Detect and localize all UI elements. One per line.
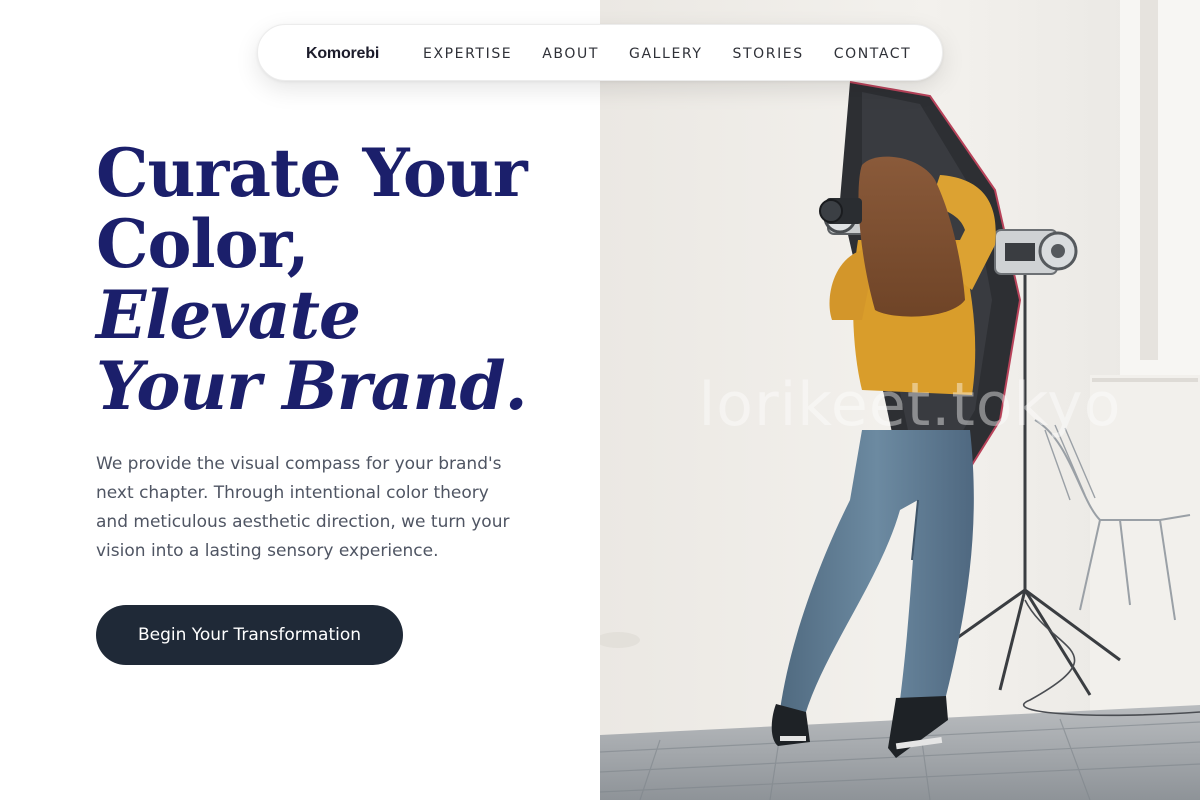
nav-links: EXPERTISE ABOUT GALLERY STORIES CONTACT — [423, 25, 911, 82]
hero-description: We provide the visual compass for your b… — [96, 454, 510, 561]
main-navigation: Komorebi EXPERTISE ABOUT GALLERY STORIES… — [257, 24, 943, 81]
headline-line-2: Color, — [96, 205, 310, 283]
photo-watermark: lorikeet.tokyo — [698, 370, 1122, 440]
nav-link-about[interactable]: ABOUT — [542, 46, 599, 62]
headline-line-1: Curate Your — [96, 134, 528, 212]
brand-logo[interactable]: Komorebi — [306, 25, 379, 82]
nav-link-expertise[interactable]: EXPERTISE — [423, 46, 512, 62]
hero-headline: Curate Your Color, Elevate Your Brand. — [96, 138, 596, 422]
nav-link-stories[interactable]: STORIES — [732, 46, 803, 62]
nav-link-gallery[interactable]: GALLERY — [629, 46, 702, 62]
headline-line-4: Your Brand. — [96, 347, 528, 425]
headline-line-3: Elevate — [96, 276, 361, 354]
hero-photo: lorikeet.tokyo — [600, 0, 1200, 800]
nav-link-contact[interactable]: CONTACT — [834, 46, 912, 62]
begin-transformation-button[interactable]: Begin Your Transformation — [96, 605, 403, 665]
